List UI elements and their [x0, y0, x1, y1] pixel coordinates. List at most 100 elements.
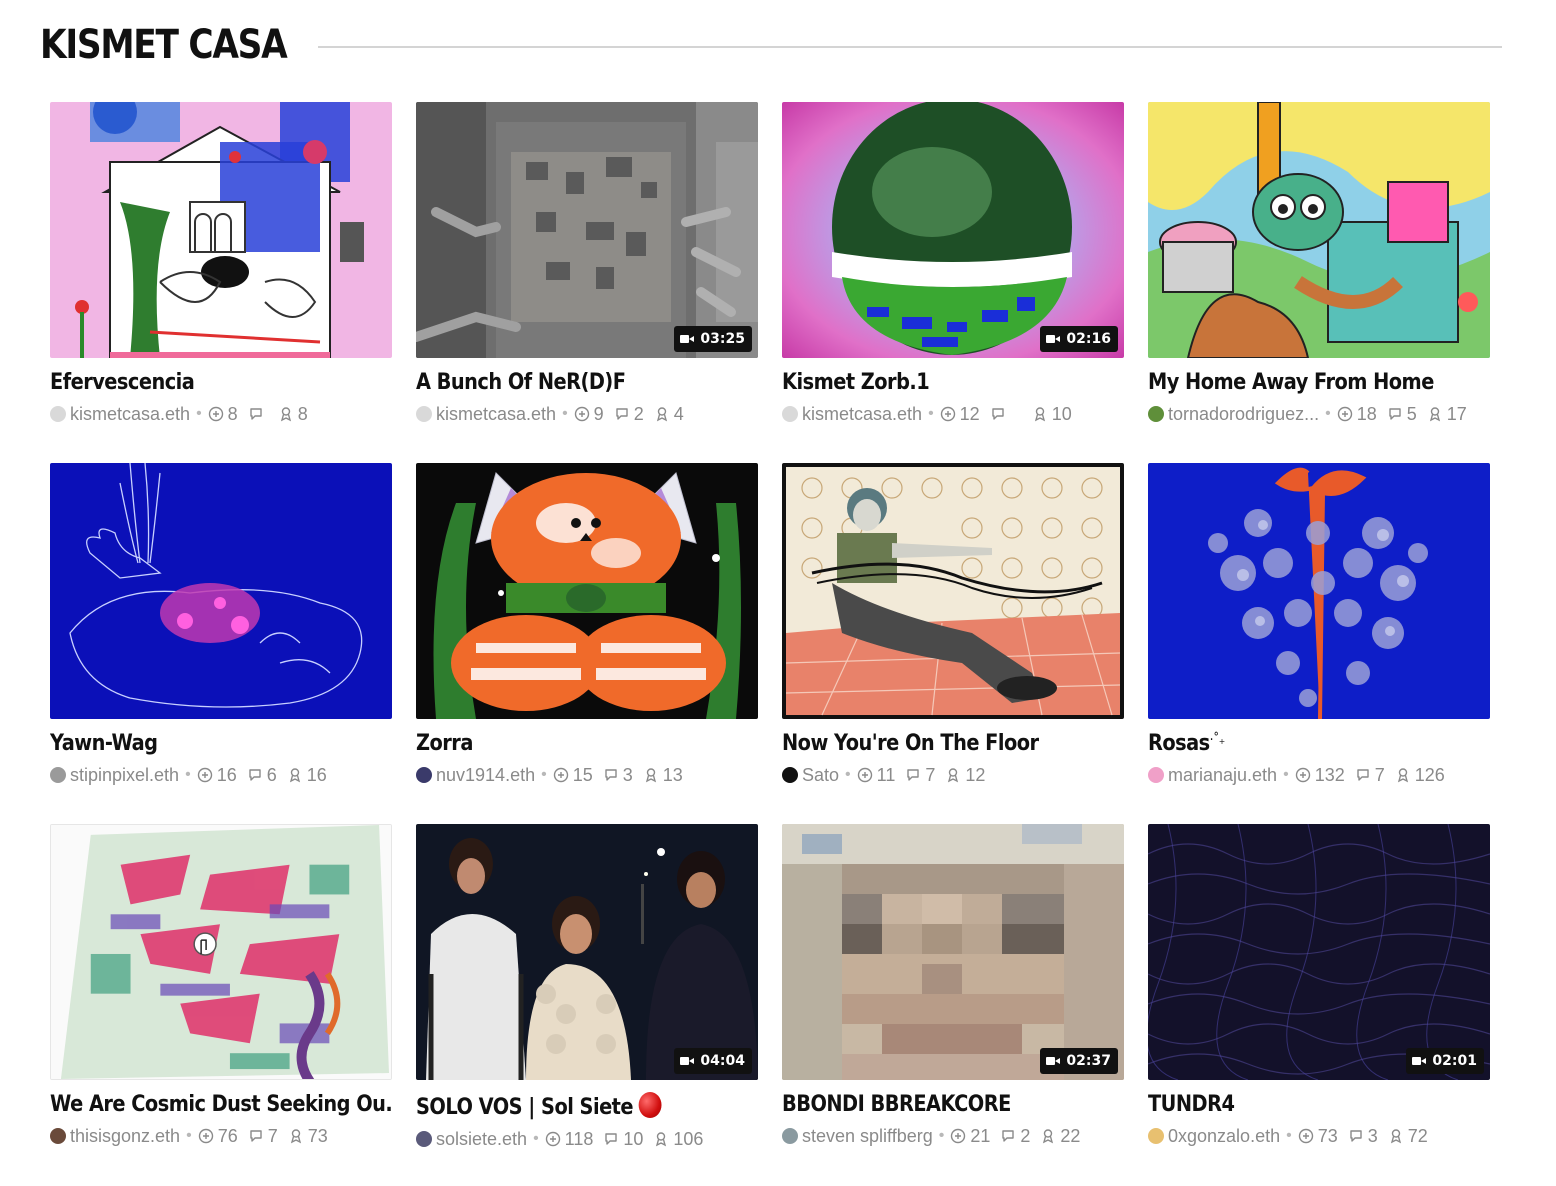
author-avatar[interactable] — [1148, 767, 1164, 783]
artwork-card[interactable]: 02:01 TUNDR4 0xgonzalo.eth • 73 3 72 — [1148, 824, 1490, 1185]
edition-icon — [1395, 767, 1411, 783]
collect-icon — [857, 767, 873, 783]
artwork-title[interactable]: BBONDI BBREAKCORE — [782, 1092, 1125, 1117]
author-avatar[interactable] — [416, 767, 432, 783]
artwork-card[interactable]: Now You're On The Floor Sato • 11 7 12 — [782, 463, 1124, 824]
author-name[interactable]: thisisgonz.eth — [70, 1126, 180, 1147]
artwork-card[interactable]: 03:25 A Bunch Of NeR(D)F kismetcasa.eth … — [416, 102, 758, 463]
artwork-card[interactable]: My Home Away From Home tornadorodriguez.… — [1148, 102, 1490, 463]
collect-icon — [1337, 406, 1353, 422]
collect-count: 8 — [208, 404, 238, 425]
artwork-thumbnail[interactable]: 03:25 — [416, 102, 758, 358]
collect-icon — [545, 1131, 561, 1147]
artwork-card[interactable]: Zorra nuv1914.eth • 15 3 13 — [416, 463, 758, 824]
author-avatar[interactable] — [1148, 1128, 1164, 1144]
artwork-title[interactable]: Efervescencia — [50, 370, 393, 395]
artwork-thumbnail[interactable]: 04:04 — [416, 824, 758, 1080]
video-duration-badge: 03:25 — [674, 326, 752, 352]
comment-count: 2 — [614, 404, 644, 425]
author-avatar[interactable] — [416, 1131, 432, 1147]
video-camera-icon — [680, 1056, 695, 1066]
artwork-meta: stipinpixel.eth • 16 6 16 — [50, 764, 392, 786]
artwork-card[interactable]: Efervescencia kismetcasa.eth • 8 8 — [50, 102, 392, 463]
artwork-thumbnail[interactable] — [782, 463, 1124, 719]
artwork-title[interactable]: Rosas·˚₊ — [1148, 731, 1491, 756]
artwork-meta: kismetcasa.eth • 9 2 4 — [416, 403, 758, 425]
artwork-title[interactable]: My Home Away From Home — [1148, 370, 1491, 395]
comment-icon — [603, 1131, 619, 1147]
author-avatar[interactable] — [782, 1128, 798, 1144]
collect-icon — [574, 406, 590, 422]
artwork-thumbnail[interactable] — [50, 463, 392, 719]
artwork-meta: kismetcasa.eth • 12 10 — [782, 403, 1124, 425]
artwork-card[interactable]: Rosas·˚₊ marianaju.eth • 132 7 126 — [1148, 463, 1490, 824]
separator-dot: • — [562, 405, 568, 422]
edition-count: 8 — [278, 404, 308, 425]
author-avatar[interactable] — [416, 406, 432, 422]
artwork-meta: nuv1914.eth • 15 3 13 — [416, 764, 758, 786]
author-avatar[interactable] — [50, 767, 66, 783]
comment-icon — [905, 767, 921, 783]
artwork-title[interactable]: Yawn-Wag — [50, 731, 393, 756]
artwork-meta: tornadorodriguez... • 18 5 17 — [1148, 403, 1490, 425]
collect-count: 12 — [940, 404, 980, 425]
comment-count: 7 — [905, 765, 935, 786]
artwork-card[interactable]: Yawn-Wag stipinpixel.eth • 16 6 16 — [50, 463, 392, 824]
artwork-title[interactable]: We Are Cosmic Dust Seeking Ou... — [50, 1092, 393, 1117]
artwork-title[interactable]: TUNDR4 — [1148, 1092, 1491, 1117]
author-name[interactable]: solsiete.eth — [436, 1129, 527, 1150]
edition-icon — [654, 406, 670, 422]
edition-icon — [945, 767, 961, 783]
artwork-card[interactable]: 04:04 SOLO VOS | Sol Siete solsiete.eth … — [416, 824, 758, 1185]
edition-count: 4 — [654, 404, 684, 425]
artwork-thumbnail[interactable] — [50, 102, 392, 358]
artwork-title[interactable]: A Bunch Of NeR(D)F — [416, 370, 759, 395]
author-avatar[interactable] — [50, 406, 66, 422]
author-name[interactable]: kismetcasa.eth — [436, 404, 556, 425]
artwork-thumbnail[interactable] — [50, 824, 392, 1080]
video-duration-badge: 02:01 — [1406, 1048, 1484, 1074]
artwork-title[interactable]: Now You're On The Floor — [782, 731, 1125, 756]
comment-icon — [248, 1128, 264, 1144]
artwork-thumbnail[interactable] — [1148, 102, 1490, 358]
artwork-thumbnail[interactable] — [1148, 463, 1490, 719]
video-duration-badge: 04:04 — [674, 1048, 752, 1074]
artwork-card[interactable]: 02:16 Kismet Zorb.1 kismetcasa.eth • 12 … — [782, 102, 1124, 463]
author-avatar[interactable] — [782, 767, 798, 783]
artwork-title[interactable]: SOLO VOS | Sol Siete — [416, 1092, 759, 1120]
artwork-thumbnail[interactable]: 02:37 — [782, 824, 1124, 1080]
edition-count: 106 — [653, 1129, 703, 1150]
edition-count: 22 — [1040, 1126, 1080, 1147]
author-name[interactable]: marianaju.eth — [1168, 765, 1277, 786]
author-name[interactable]: stipinpixel.eth — [70, 765, 179, 786]
author-name[interactable]: tornadorodriguez... — [1168, 404, 1319, 425]
separator-dot: • — [533, 1130, 539, 1147]
artwork-thumbnail[interactable]: 02:16 — [782, 102, 1124, 358]
artwork-meta: Sato • 11 7 12 — [782, 764, 1124, 786]
artwork-card[interactable]: We Are Cosmic Dust Seeking Ou... thisisg… — [50, 824, 393, 1185]
author-avatar[interactable] — [782, 406, 798, 422]
author-name[interactable]: kismetcasa.eth — [802, 404, 922, 425]
author-name[interactable]: nuv1914.eth — [436, 765, 535, 786]
author-name[interactable]: kismetcasa.eth — [70, 404, 190, 425]
author-avatar[interactable] — [50, 1128, 66, 1144]
edition-count: 72 — [1388, 1126, 1428, 1147]
comment-icon — [990, 406, 1006, 422]
artwork-title[interactable]: Kismet Zorb.1 — [782, 370, 1125, 395]
author-avatar[interactable] — [1148, 406, 1164, 422]
separator-dot: • — [1325, 405, 1331, 422]
author-name[interactable]: Sato — [802, 765, 839, 786]
author-name[interactable]: 0xgonzalo.eth — [1168, 1126, 1280, 1147]
collect-count: 21 — [950, 1126, 990, 1147]
edition-icon — [653, 1131, 669, 1147]
separator-dot: • — [185, 766, 191, 783]
artwork-card[interactable]: 02:37 BBONDI BBREAKCORE steven spliffber… — [782, 824, 1124, 1185]
artwork-thumbnail[interactable]: 02:01 — [1148, 824, 1490, 1080]
comment-count: 2 — [1000, 1126, 1030, 1147]
artwork-meta: steven spliffberg • 21 2 22 — [782, 1125, 1124, 1147]
artwork-meta: kismetcasa.eth • 8 8 — [50, 403, 392, 425]
artwork-thumbnail[interactable] — [416, 463, 758, 719]
author-name[interactable]: steven spliffberg — [802, 1126, 933, 1147]
collect-count: 15 — [553, 765, 593, 786]
artwork-title[interactable]: Zorra — [416, 731, 759, 756]
